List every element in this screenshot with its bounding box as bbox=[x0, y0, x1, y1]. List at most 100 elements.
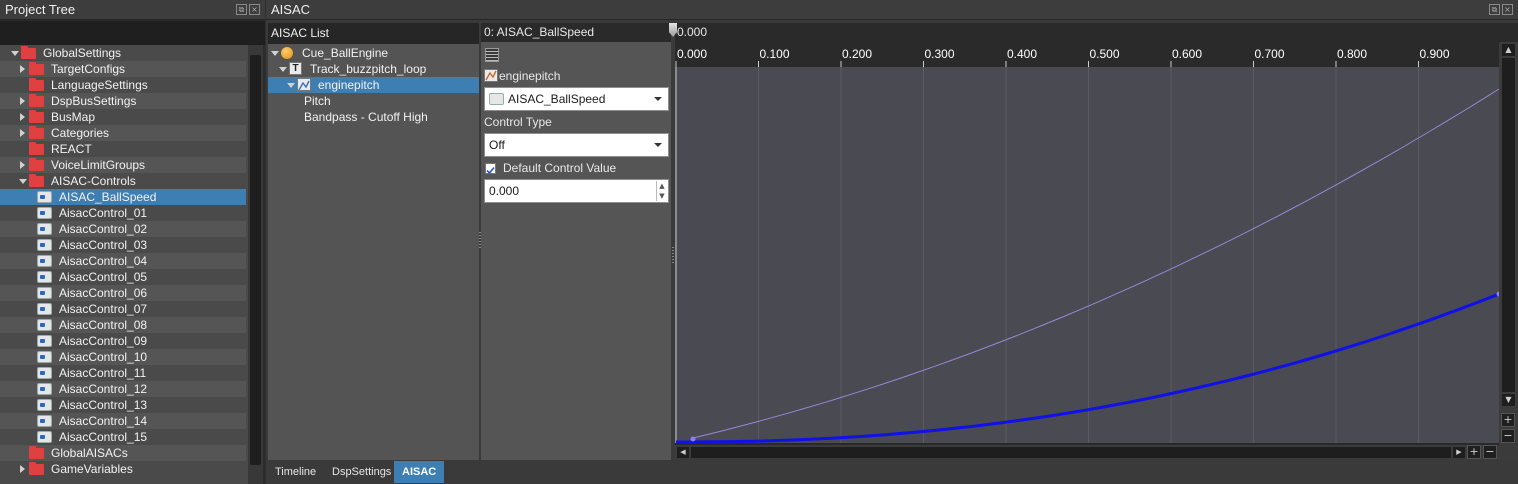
tree-item-aisaccontrol-07[interactable]: AisacControl_07 bbox=[0, 301, 246, 317]
aisac-properties-panel: 0: AISAC_BallSpeed enginepitch AISAC_Bal… bbox=[481, 23, 671, 460]
tree-item-aisaccontrol-01[interactable]: AisacControl_01 bbox=[0, 205, 246, 221]
aisac-list-item-bandpass[interactable]: Bandpass - Cutoff High bbox=[268, 109, 479, 125]
scroll-right-icon[interactable]: ▶ bbox=[1453, 447, 1465, 458]
control-type-select[interactable]: Off bbox=[484, 133, 669, 157]
tab-dspsettings[interactable]: DspSettings bbox=[324, 461, 399, 483]
tree-item-aisaccontrol-08[interactable]: AisacControl_08 bbox=[0, 317, 246, 333]
aisac-list-item-track[interactable]: T Track_buzzpitch_loop bbox=[268, 61, 479, 77]
tree-item-gamevariables[interactable]: GameVariables bbox=[0, 461, 246, 477]
collapse-icon[interactable] bbox=[20, 129, 25, 137]
tree-item-languagesettings[interactable]: LanguageSettings bbox=[0, 77, 246, 93]
tree-item-aisaccontrol-03[interactable]: AisacControl_03 bbox=[0, 237, 246, 253]
graph-vertical-scrollbar[interactable]: ▲ ▼ + − bbox=[1499, 42, 1518, 460]
chevron-down-icon bbox=[654, 97, 662, 101]
collapse-icon[interactable] bbox=[20, 97, 25, 105]
undock-icon[interactable]: ⧉ bbox=[236, 4, 247, 15]
curve-point[interactable] bbox=[690, 436, 696, 442]
tree-item-label: AisacControl_01 bbox=[59, 206, 148, 220]
tree-item-busmap[interactable]: BusMap bbox=[0, 109, 246, 125]
grid-icon[interactable] bbox=[485, 48, 499, 62]
zoom-in-icon[interactable]: + bbox=[1501, 413, 1515, 427]
tree-item-aisaccontrol-04[interactable]: AisacControl_04 bbox=[0, 253, 246, 269]
graph-hscroll-thumb[interactable] bbox=[691, 447, 1451, 458]
default-control-checkbox[interactable] bbox=[485, 163, 496, 175]
zoom-in-horizontal-icon[interactable]: + bbox=[1467, 445, 1481, 459]
tree-item-categories[interactable]: Categories bbox=[0, 125, 246, 141]
spinner-down-icon[interactable]: ▼ bbox=[656, 191, 667, 201]
collapse-icon[interactable] bbox=[20, 65, 25, 73]
list-item-label: Cue_BallEngine bbox=[302, 46, 389, 60]
project-tree-scrollbar[interactable] bbox=[248, 45, 263, 484]
tree-item-label: AisacControl_03 bbox=[59, 238, 148, 252]
tree-item-aisaccontrol-09[interactable]: AisacControl_09 bbox=[0, 333, 246, 349]
expand-icon[interactable] bbox=[11, 51, 19, 56]
project-tree-toolbar bbox=[0, 21, 265, 45]
tab-aisac[interactable]: AISAC bbox=[394, 461, 445, 483]
tree-item-aisaccontrol-12[interactable]: AisacControl_12 bbox=[0, 381, 246, 397]
graph-horizontal-scrollbar[interactable]: ◀ ▶ + − bbox=[675, 445, 1499, 460]
zoom-out-icon[interactable]: − bbox=[1501, 429, 1515, 443]
collapse-icon[interactable] bbox=[20, 465, 25, 473]
close-icon[interactable]: × bbox=[1502, 4, 1513, 15]
aisac-list-item-enginepitch[interactable]: enginepitch bbox=[268, 77, 479, 93]
tab-timeline[interactable]: Timeline bbox=[267, 461, 324, 483]
tree-item-globalsettings[interactable]: GlobalSettings bbox=[0, 45, 246, 61]
tree-item-aisaccontrol-15[interactable]: AisacControl_15 bbox=[0, 429, 246, 445]
aisac-curve-graph[interactable]: 0.000 0.100 0.200 0.300 0.400 0.500 0.600 0.700… bbox=[675, 42, 1518, 445]
project-tree-panel: Project Tree ⧉ × GlobalSettings TargetCon… bbox=[0, 0, 265, 484]
aisac-control-select[interactable]: AISAC_BallSpeed bbox=[484, 87, 669, 111]
aisac-control-icon bbox=[37, 255, 52, 267]
aisac-control-select-value: AISAC_BallSpeed bbox=[508, 92, 606, 106]
aisac-list-item-pitch[interactable]: Pitch bbox=[268, 93, 479, 109]
scroll-down-icon[interactable]: ▼ bbox=[1502, 394, 1515, 406]
tree-item-aisac-controls[interactable]: AISAC-Controls bbox=[0, 173, 246, 189]
collapse-icon[interactable] bbox=[20, 161, 25, 169]
expand-icon[interactable] bbox=[287, 83, 295, 88]
aisac-title: AISAC bbox=[266, 0, 1518, 20]
aisac-list-header: AISAC List bbox=[268, 23, 479, 44]
splitter-handle[interactable] bbox=[672, 245, 674, 263]
tree-item-label: AisacControl_12 bbox=[59, 382, 148, 396]
undock-icon[interactable]: ⧉ bbox=[1489, 4, 1500, 15]
tree-item-aisaccontrol-14[interactable]: AisacControl_14 bbox=[0, 413, 246, 429]
close-icon[interactable]: × bbox=[249, 4, 260, 15]
folder-icon bbox=[29, 142, 44, 155]
tree-item-dspbussettings[interactable]: DspBusSettings bbox=[0, 93, 246, 109]
x-tick-label: 0.000 bbox=[677, 47, 707, 61]
expand-icon[interactable] bbox=[271, 51, 279, 56]
project-tree-list: GlobalSettings TargetConfigs LanguageSetti… bbox=[0, 45, 248, 484]
cue-icon bbox=[281, 47, 293, 59]
control-type-select-value: Off bbox=[489, 138, 505, 152]
tree-item-aisaccontrol-13[interactable]: AisacControl_13 bbox=[0, 397, 246, 413]
zoom-out-horizontal-icon[interactable]: − bbox=[1483, 445, 1497, 459]
tree-item-globalaisacs[interactable]: GlobalAISACs bbox=[0, 445, 246, 461]
tree-item-aisaccontrol-11[interactable]: AisacControl_11 bbox=[0, 365, 246, 381]
graph-cursor-bar: 0.000 bbox=[669, 23, 1518, 42]
tree-item-react[interactable]: REACT bbox=[0, 141, 246, 157]
tree-item-aisaccontrol-06[interactable]: AisacControl_06 bbox=[0, 285, 246, 301]
expand-icon[interactable] bbox=[279, 67, 287, 72]
tree-item-aisac-ballspeed[interactable]: AISAC_BallSpeed bbox=[0, 189, 246, 205]
project-tree-scroll-thumb[interactable] bbox=[250, 55, 261, 465]
spinner-up-icon[interactable]: ▲ bbox=[656, 181, 667, 191]
aisac-control-icon bbox=[37, 207, 52, 219]
tree-item-voicelimitgroups[interactable]: VoiceLimitGroups bbox=[0, 157, 246, 173]
tree-item-label: GlobalSettings bbox=[43, 46, 122, 60]
tree-item-label: AisacControl_07 bbox=[59, 302, 148, 316]
graph-vscroll-thumb[interactable] bbox=[1502, 58, 1515, 392]
expand-icon[interactable] bbox=[19, 179, 27, 184]
list-item-label: Track_buzzpitch_loop bbox=[310, 62, 427, 76]
tree-item-aisaccontrol-10[interactable]: AisacControl_10 bbox=[0, 349, 246, 365]
control-icon bbox=[489, 93, 504, 105]
default-control-value-field[interactable]: 0.000 ▲ ▼ bbox=[484, 179, 669, 203]
tree-item-targetconfigs[interactable]: TargetConfigs bbox=[0, 61, 246, 77]
aisac-control-icon bbox=[37, 383, 52, 395]
scroll-left-icon[interactable]: ◀ bbox=[677, 447, 689, 458]
x-tick-label: 0.500 bbox=[1090, 47, 1120, 61]
collapse-icon[interactable] bbox=[20, 113, 25, 121]
tree-item-aisaccontrol-05[interactable]: AisacControl_05 bbox=[0, 269, 246, 285]
splitter-handle[interactable] bbox=[479, 230, 481, 248]
scroll-up-icon[interactable]: ▲ bbox=[1502, 44, 1515, 56]
aisac-list-item-cue[interactable]: Cue_BallEngine bbox=[268, 45, 479, 61]
tree-item-aisaccontrol-02[interactable]: AisacControl_02 bbox=[0, 221, 246, 237]
